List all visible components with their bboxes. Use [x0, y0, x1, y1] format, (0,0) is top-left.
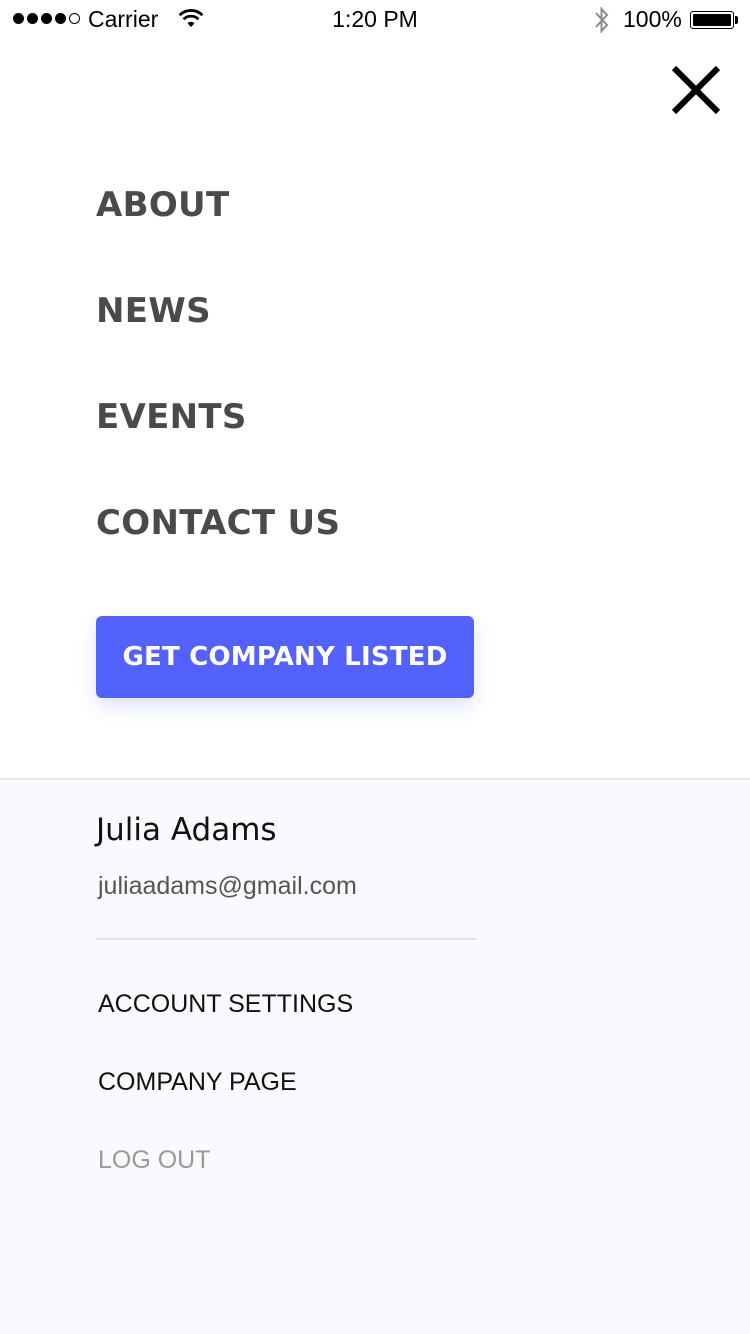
close-icon	[671, 65, 721, 115]
menu-item-events[interactable]: EVENTS	[96, 390, 340, 496]
menu-item-contact-us[interactable]: CONTACT US	[96, 496, 340, 602]
company-page-link[interactable]: COMPANY PAGE	[98, 1068, 297, 1097]
close-button[interactable]	[668, 62, 724, 118]
battery-tip	[735, 16, 738, 24]
menu-item-news[interactable]: NEWS	[96, 284, 340, 390]
account-settings-link[interactable]: ACCOUNT SETTINGS	[98, 990, 353, 1019]
bluetooth-icon	[592, 6, 612, 40]
status-bar: Carrier 1:20 PM 100%	[0, 0, 750, 40]
get-company-listed-button[interactable]: GET COMPANY LISTED	[96, 616, 474, 698]
main-menu: ABOUT NEWS EVENTS CONTACT US	[96, 178, 340, 602]
battery-level	[693, 14, 731, 26]
battery-percent: 100%	[623, 6, 682, 32]
account-panel: Julia Adams juliaadams@gmail.com ACCOUNT…	[0, 778, 750, 1334]
battery-icon	[690, 11, 734, 29]
log-out-link[interactable]: LOG OUT	[98, 1146, 211, 1175]
user-email: juliaadams@gmail.com	[98, 872, 357, 900]
menu-item-about[interactable]: ABOUT	[96, 178, 340, 284]
divider	[96, 938, 477, 940]
user-name: Julia Adams	[96, 812, 277, 848]
